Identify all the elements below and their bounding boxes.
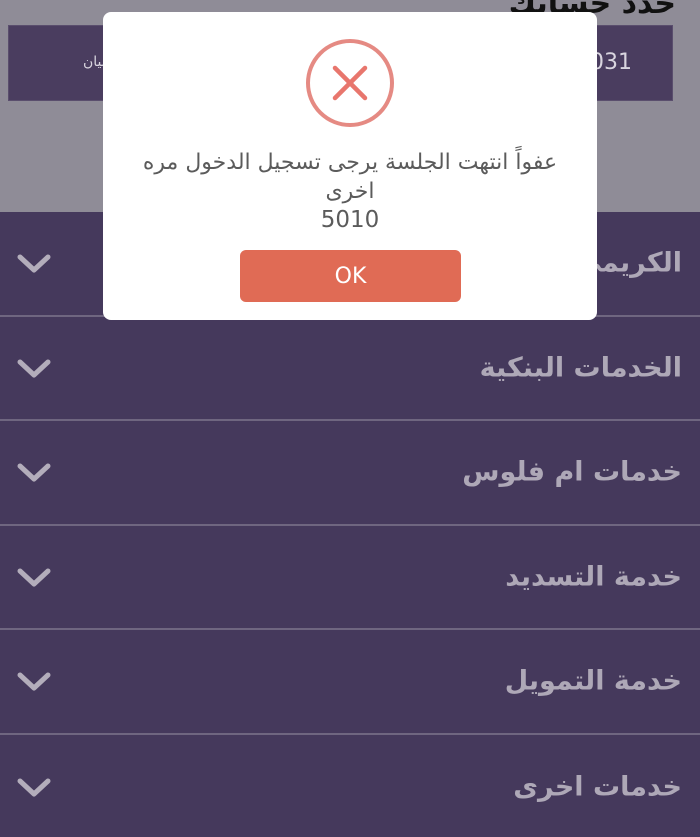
menu-item-label: خدمات اخرى [513,771,682,803]
menu-item-label: خدمات ام فلوس [462,456,682,488]
menu-item-label: خدمة التمويل [504,665,682,697]
error-x-icon [306,39,394,127]
chevron-down-icon [17,672,51,691]
dialog-message: عفواً انتهت الجلسة يرجى تسجيل الدخول مره… [142,150,558,204]
error-code: 5010 [320,207,380,233]
menu-item-label: خدمة التسديد [505,561,682,593]
menu-item-other-services[interactable]: خدمات اخرى [0,734,700,837]
chevron-down-icon [17,463,51,482]
chevron-down-icon [17,254,51,273]
menu-item-banking-services[interactable]: الخدمات البنكية [0,316,700,421]
chevron-down-icon [17,359,51,378]
menu-item-payment-service[interactable]: خدمة التسديد [0,525,700,630]
menu-item-label: الخدمات البنكية [479,352,682,384]
chevron-down-icon [17,568,51,587]
chevron-down-icon [17,778,51,797]
session-expired-dialog: عفواً انتهت الجلسة يرجى تسجيل الدخول مره… [103,12,597,320]
ok-button[interactable]: OK [240,250,461,302]
menu-item-mfloos-services[interactable]: خدمات ام فلوس [0,421,700,526]
menu-item-financing-service[interactable]: خدمة التمويل [0,630,700,735]
